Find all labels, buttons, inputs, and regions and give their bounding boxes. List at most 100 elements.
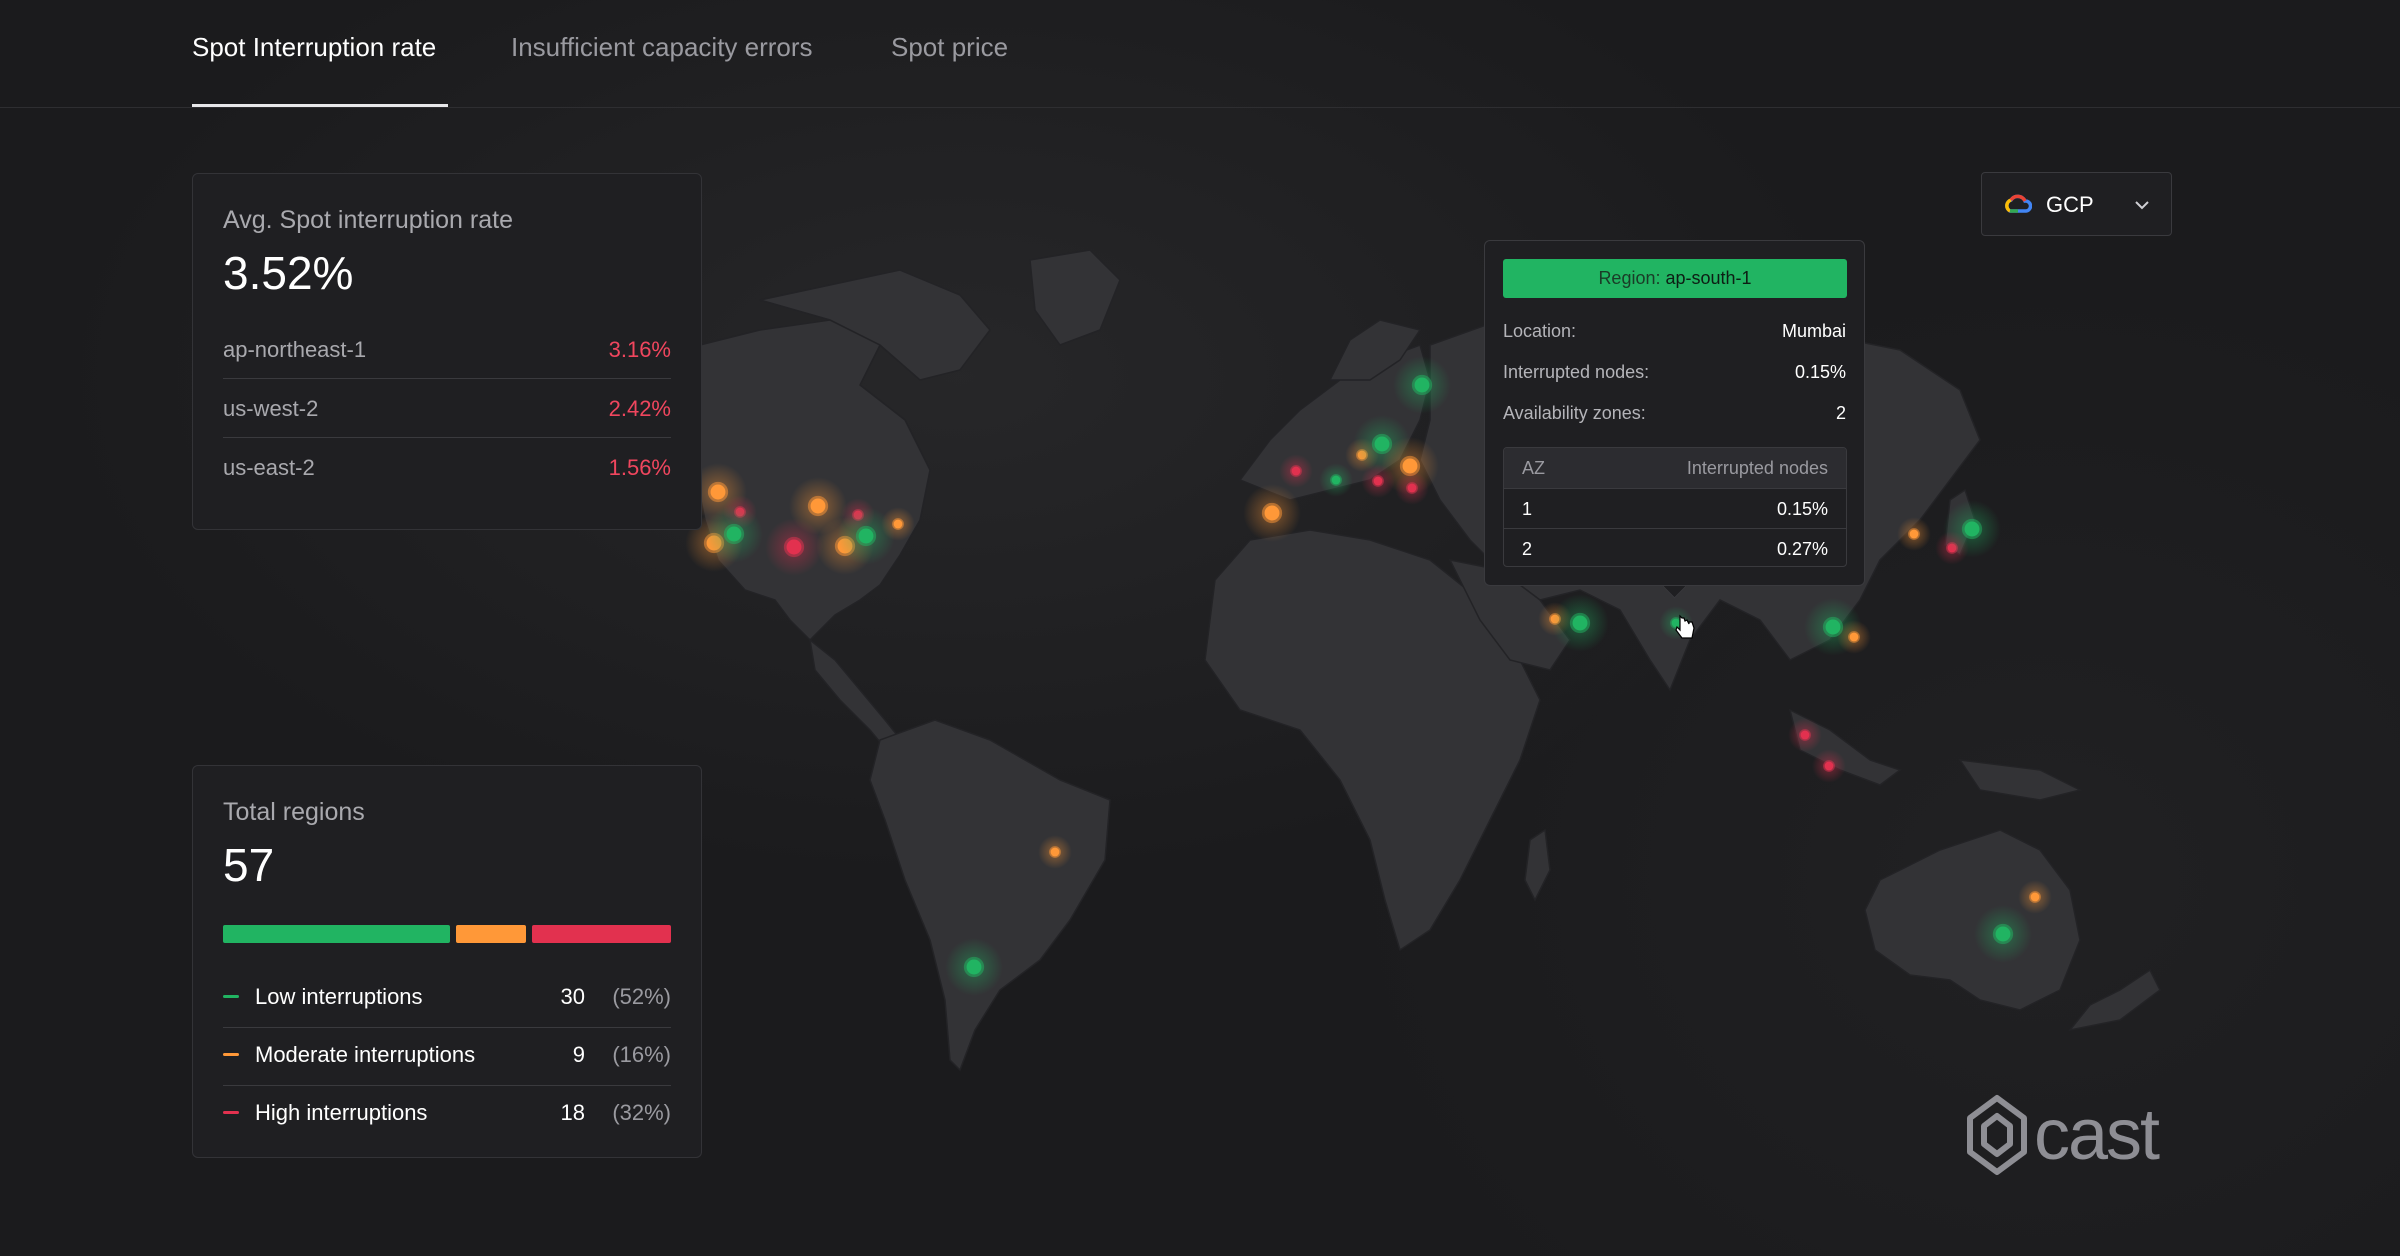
- az-cell-az: 2: [1522, 539, 1533, 559]
- region-marker-green[interactable]: [723, 523, 745, 545]
- az-cell-value: 0.15%: [1776, 499, 1828, 519]
- legend-percent: (16%): [612, 1042, 671, 1067]
- legend-percent: (52%): [612, 984, 671, 1009]
- region-marker-red[interactable]: [1372, 475, 1384, 487]
- tooltip-zones-value: 2: [1835, 403, 1846, 423]
- region-marker-orange[interactable]: [1261, 502, 1283, 524]
- region-marker-orange[interactable]: [1908, 528, 1920, 540]
- az-table: AZ Interrupted nodes 1 0.15% 2 0.27%: [1503, 447, 1847, 567]
- avg-interruption-card: Avg. Spot interruption rate 3.52% ap-nor…: [192, 173, 702, 530]
- regions-legend: Low interruptions 30 (52%) Moderate inte…: [193, 969, 701, 1143]
- legend-label: High interruptions: [255, 1100, 428, 1125]
- total-regions-card: Total regions 57 Low interruptions 30 (5…: [192, 765, 702, 1158]
- rate-row-value: 1.56%: [608, 455, 671, 480]
- cast-logo-mark-icon: [1967, 1095, 2027, 1175]
- rate-row-region: ap-northeast-1: [223, 337, 367, 362]
- avg-card-title: Avg. Spot interruption rate: [223, 206, 513, 234]
- tooltip-region-badge: Region: ap-south-1: [1503, 259, 1847, 298]
- region-marker-red[interactable]: [1799, 729, 1811, 741]
- region-tooltip: Region: ap-south-1 Location: Mumbai Inte…: [1484, 240, 1865, 586]
- region-marker-red[interactable]: [1823, 760, 1835, 772]
- region-marker-green[interactable]: [1569, 612, 1591, 634]
- distribution-segment-moderate: [456, 925, 526, 943]
- active-tab-indicator: [192, 104, 448, 107]
- legend-dash: [223, 995, 239, 998]
- tooltip-interrupted-key: Interrupted nodes:: [1503, 362, 1650, 382]
- region-marker-orange[interactable]: [1848, 631, 1860, 643]
- az-header-interrupted: Interrupted nodes: [1686, 458, 1828, 478]
- south-america-landmass: [869, 719, 1111, 1072]
- az-header-az: AZ: [1522, 458, 1546, 478]
- region-marker-orange[interactable]: [707, 481, 729, 503]
- legend-percent: (32%): [612, 1100, 671, 1125]
- legend-row-moderate: Moderate interruptions 9 (16%): [223, 1027, 671, 1086]
- tooltip-region-value: ap-south-1: [1665, 268, 1752, 288]
- legend-count: 30: [560, 984, 585, 1009]
- distribution-segment-high: [532, 925, 671, 943]
- legend-dash: [223, 1053, 239, 1056]
- rate-row-value: 3.16%: [608, 337, 671, 362]
- region-marker-green[interactable]: [855, 525, 877, 547]
- regions-card-value: 57: [223, 839, 275, 891]
- new-guinea: [1958, 759, 2083, 801]
- regions-card-title: Total regions: [223, 798, 365, 826]
- region-marker-green[interactable]: [1330, 474, 1342, 486]
- legend-label: Moderate interruptions: [255, 1042, 476, 1067]
- tab-spot-interruption-rate[interactable]: Spot Interruption rate: [192, 32, 436, 63]
- region-marker-red[interactable]: [1290, 465, 1302, 477]
- madagascar: [1524, 828, 1551, 902]
- az-cell-az: 1: [1522, 499, 1533, 519]
- rate-row: us-west-2 2.42%: [223, 378, 671, 438]
- region-marker-red[interactable]: [1406, 482, 1418, 494]
- az-table-header: AZ Interrupted nodes: [1504, 448, 1846, 488]
- rate-row: ap-northeast-1 3.16%: [223, 319, 671, 379]
- cast-logo-text: cast: [2034, 1095, 2160, 1175]
- cloud-provider-select[interactable]: GCP: [1981, 172, 2172, 236]
- tab-spot-price[interactable]: Spot price: [891, 32, 1008, 63]
- provider-label: GCP: [2046, 192, 2094, 217]
- google-cloud-icon: [2005, 194, 2032, 213]
- legend-dash: [223, 1111, 239, 1114]
- tooltip-zones-row: Availability zones: 2: [1503, 403, 1846, 427]
- az-table-row: 1 0.15%: [1504, 488, 1846, 529]
- new-zealand: [2068, 968, 2161, 1032]
- distribution-bar: [223, 925, 671, 943]
- region-marker-orange[interactable]: [1399, 455, 1421, 477]
- rate-row-region: us-east-2: [223, 455, 315, 480]
- tooltip-interrupted-value: 0.15%: [1794, 362, 1846, 382]
- tooltip-region-key: Region:: [1598, 268, 1661, 288]
- region-marker-green[interactable]: [1992, 923, 2014, 945]
- region-marker-green[interactable]: [1411, 374, 1433, 396]
- region-marker-red[interactable]: [783, 536, 805, 558]
- region-marker-green[interactable]: [963, 956, 985, 978]
- distribution-segment-low: [223, 925, 450, 943]
- chevron-down-icon: [2135, 201, 2149, 210]
- rate-row-value: 2.42%: [608, 396, 671, 421]
- tooltip-location-key: Location:: [1503, 321, 1577, 341]
- az-cell-value: 0.27%: [1776, 539, 1828, 559]
- legend-row-high: High interruptions 18 (32%): [223, 1085, 671, 1143]
- australia-landmass: [1864, 829, 2081, 1011]
- tooltip-location-value: Mumbai: [1781, 321, 1846, 341]
- legend-label: Low interruptions: [255, 984, 423, 1009]
- rate-row: us-east-2 1.56%: [223, 437, 671, 496]
- region-marker-orange[interactable]: [892, 518, 904, 530]
- tab-bar: Spot Interruption rate Insufficient capa…: [0, 0, 2400, 108]
- tooltip-interrupted-row: Interrupted nodes: 0.15%: [1503, 362, 1846, 386]
- region-marker-orange[interactable]: [1049, 846, 1061, 858]
- az-table-row: 2 0.27%: [1504, 528, 1846, 566]
- tooltip-location-row: Location: Mumbai: [1503, 321, 1846, 345]
- greenland: [1029, 249, 1121, 346]
- region-marker-green[interactable]: [1961, 518, 1983, 540]
- region-marker-orange[interactable]: [807, 495, 829, 517]
- legend-row-low: Low interruptions 30 (52%): [223, 969, 671, 1028]
- avg-card-value: 3.52%: [223, 247, 354, 299]
- cast-logo: cast: [1962, 1094, 2182, 1176]
- legend-count: 9: [572, 1042, 585, 1067]
- region-marker-orange[interactable]: [2029, 891, 2041, 903]
- region-marker-green[interactable]: [1670, 617, 1682, 629]
- tab-insufficient-capacity-errors[interactable]: Insufficient capacity errors: [511, 32, 813, 63]
- legend-count: 18: [560, 1100, 585, 1125]
- rate-row-region: us-west-2: [223, 396, 319, 421]
- avg-card-rows: ap-northeast-1 3.16% us-west-2 2.42% us-…: [193, 319, 701, 499]
